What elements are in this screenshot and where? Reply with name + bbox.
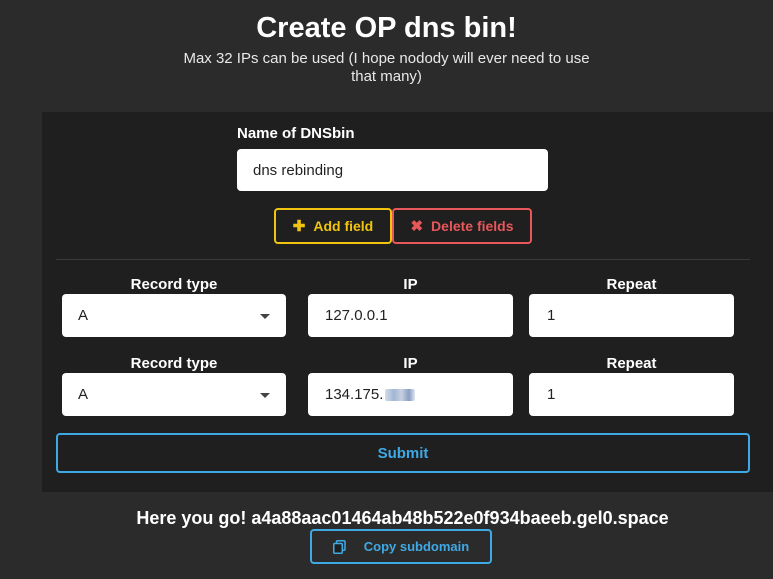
copy-subdomain-button[interactable]: Copy subdomain <box>310 529 492 564</box>
record-type-value: A <box>78 386 89 403</box>
delete-fields-button[interactable]: ✖ Delete fields <box>392 208 532 244</box>
record-type-select[interactable]: A <box>62 294 286 337</box>
add-field-button[interactable]: ✚ Add field <box>274 208 392 244</box>
ip-value: 127.0.0.1 <box>325 307 388 324</box>
submit-button[interactable]: Submit <box>56 433 750 473</box>
ip-input[interactable]: 127.0.0.1 <box>308 294 513 337</box>
repeat-label: Repeat <box>606 276 657 293</box>
ip-value: 134.175. <box>325 386 384 403</box>
delete-fields-label: Delete fields <box>431 218 514 234</box>
chevron-down-icon <box>260 392 270 398</box>
record-type-label: Record type <box>130 355 218 372</box>
chevron-down-icon <box>260 313 270 319</box>
redacted-blur <box>385 388 416 401</box>
ip-label: IP <box>403 276 418 293</box>
add-field-label: Add field <box>313 218 374 234</box>
record-type-label: Record type <box>130 276 218 293</box>
page-subtitle: Max 32 IPs can be used (I hope nodody wi… <box>183 50 590 85</box>
plus-icon: ✚ <box>292 218 306 235</box>
dnsbin-name-label: Name of DNSbin <box>237 125 355 142</box>
page-title: Create OP dns bin! <box>256 12 517 44</box>
ip-label: IP <box>403 355 418 372</box>
repeat-value: 1 <box>547 307 556 324</box>
record-type-value: A <box>78 307 89 324</box>
repeat-label: Repeat <box>606 355 657 372</box>
page-header: Create OP dns bin! Max 32 IPs can be use… <box>0 0 773 86</box>
dnsbin-name-value: dns rebinding <box>253 161 344 179</box>
ip-input[interactable]: 134.175. <box>308 373 513 416</box>
repeat-input[interactable]: 1 <box>529 294 734 337</box>
repeat-value: 1 <box>547 386 556 403</box>
result-text: Here you go! a4a88aac01464ab48b522e0f934… <box>136 508 669 528</box>
copy-icon <box>332 539 346 554</box>
dnsbin-name-input[interactable]: dns rebinding <box>237 149 548 191</box>
repeat-input[interactable]: 1 <box>529 373 734 416</box>
x-icon: ✖ <box>410 218 424 235</box>
copy-subdomain-label: Copy subdomain <box>363 539 470 554</box>
divider <box>56 259 750 260</box>
record-type-select[interactable]: A <box>62 373 286 416</box>
